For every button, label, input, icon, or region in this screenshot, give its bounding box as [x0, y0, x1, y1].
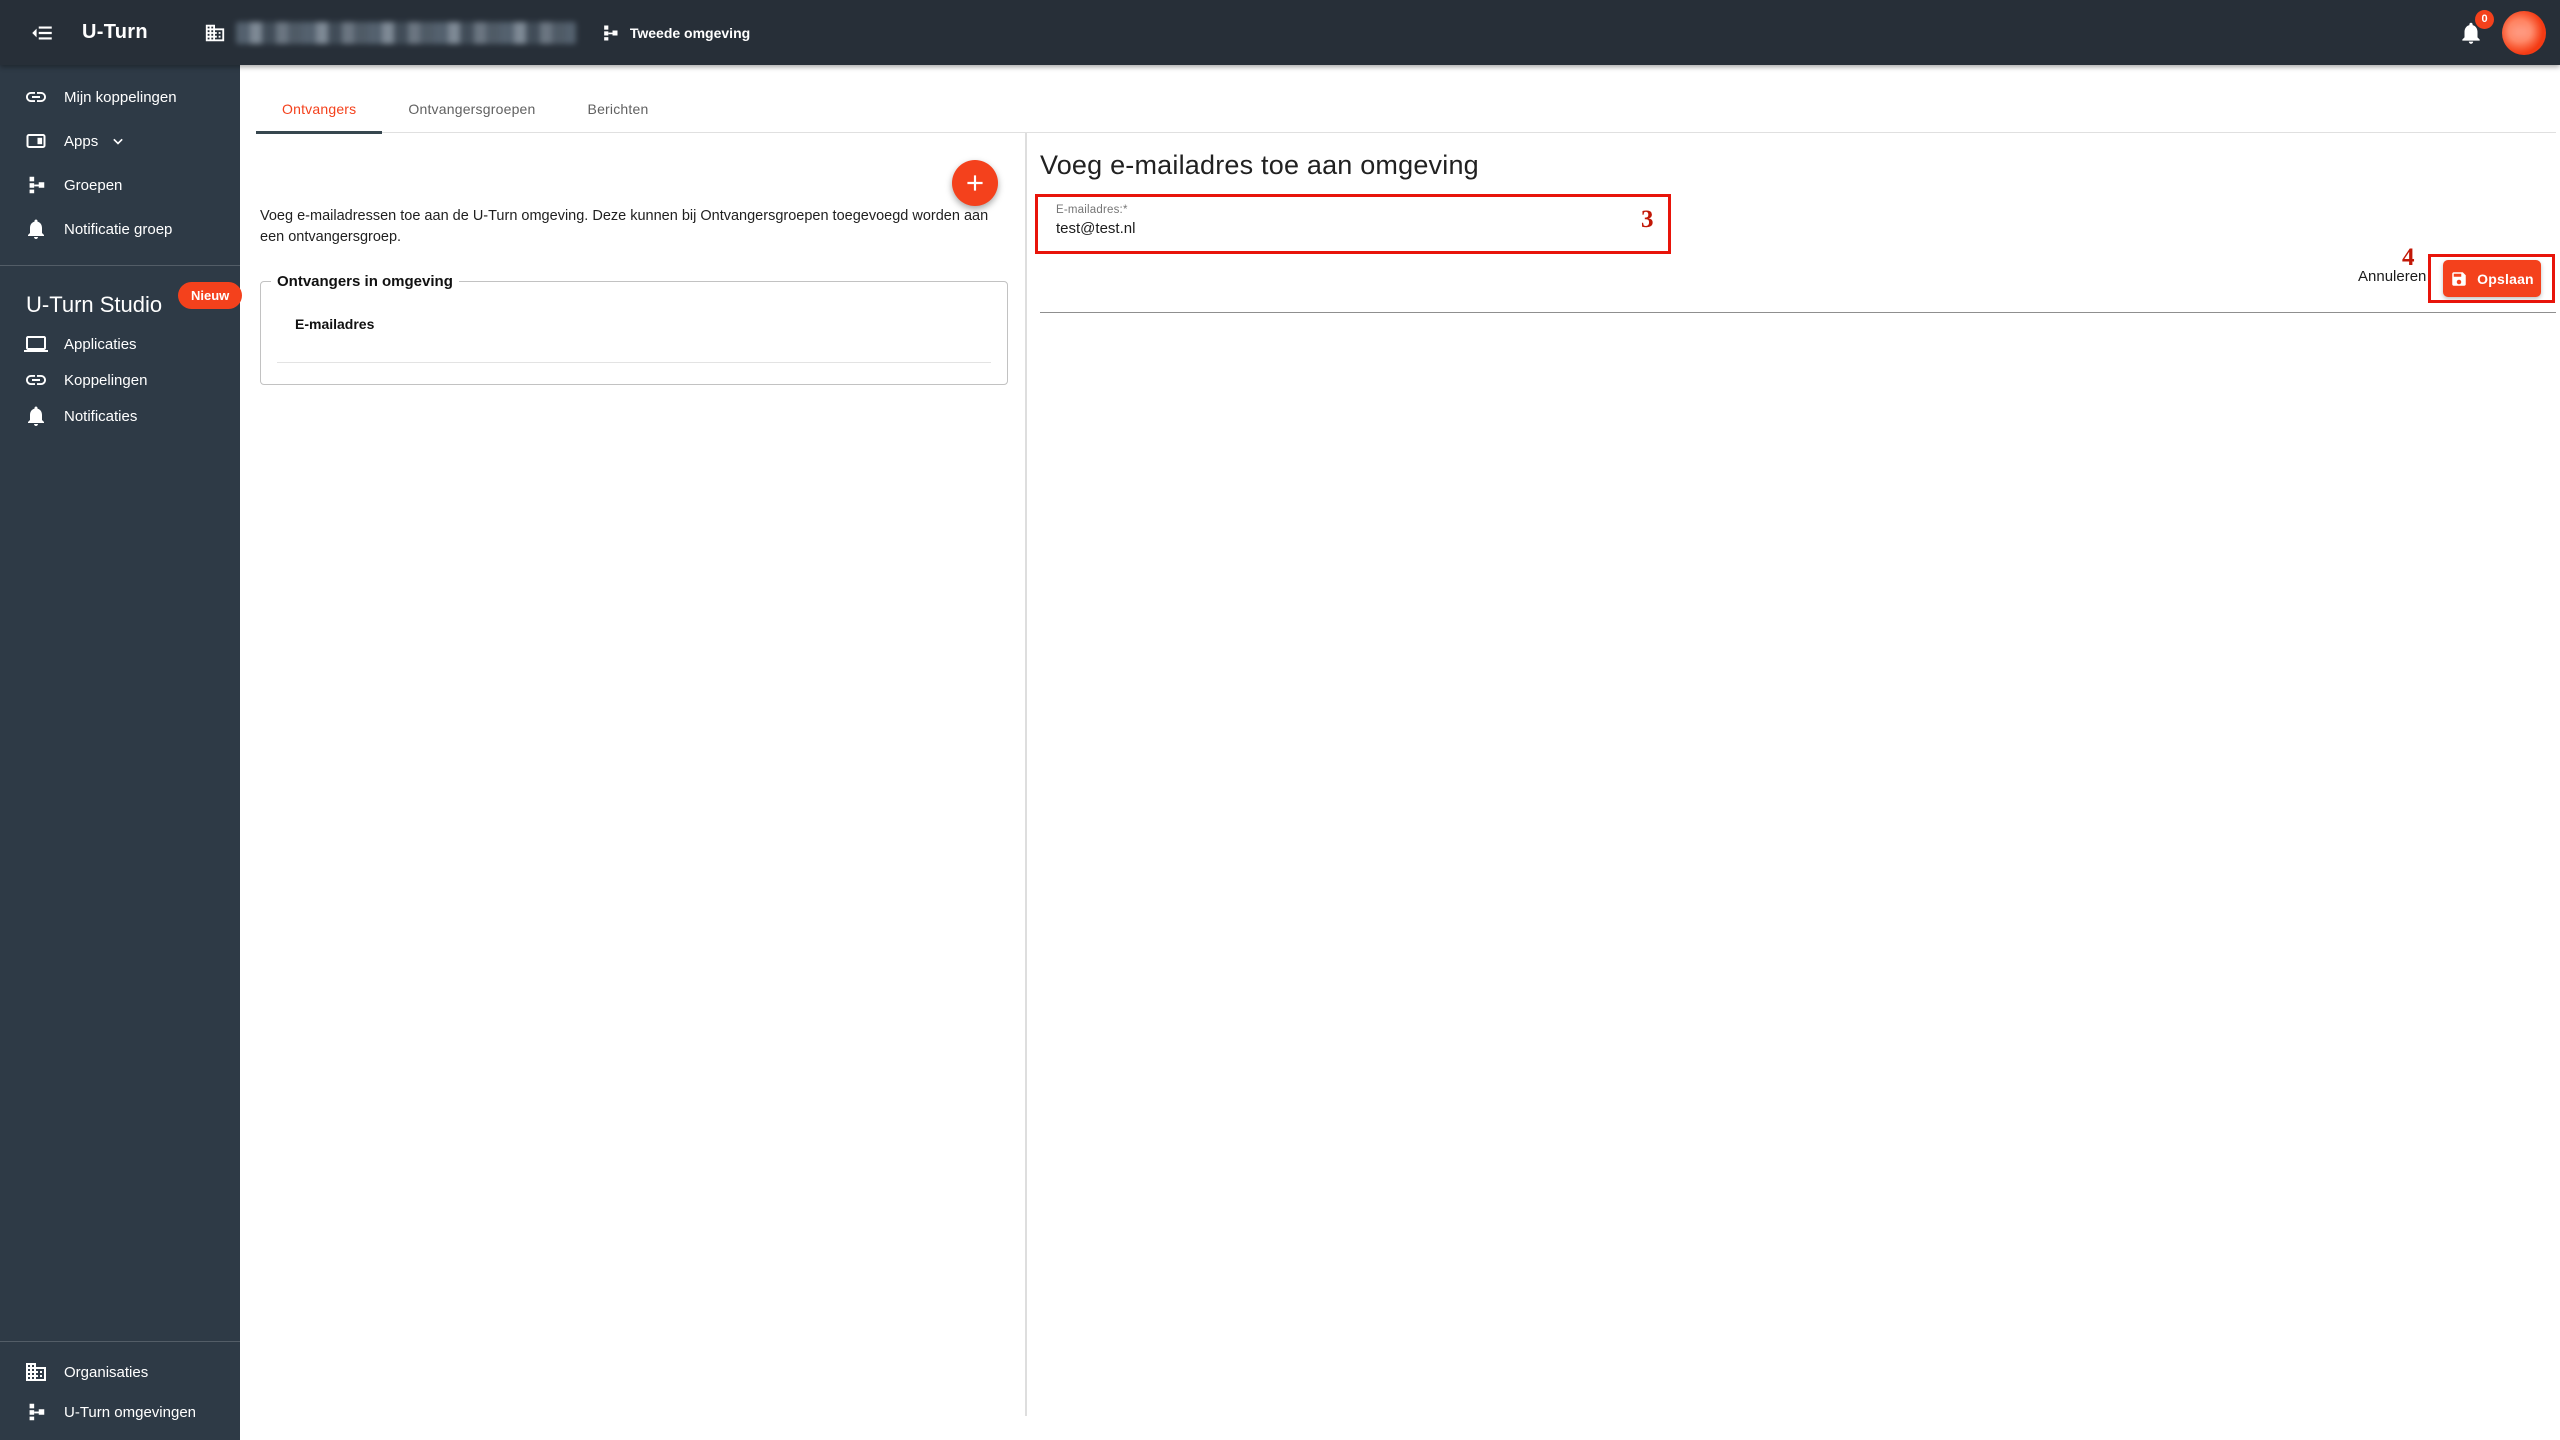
nieuw-badge: Nieuw	[178, 282, 243, 309]
sidebar-item-applicaties[interactable]: Applicaties	[0, 326, 240, 362]
tab-ontvangers[interactable]: Ontvangers	[256, 85, 383, 134]
recipients-in-environment-box: Ontvangers in omgeving E-mailadres	[260, 273, 1008, 385]
save-button-label: Opslaan	[2477, 270, 2534, 287]
bell-icon	[24, 217, 48, 241]
notifications-button[interactable]: 0	[2454, 9, 2494, 50]
app-title: U-Turn	[82, 21, 148, 43]
form-title: Voeg e-mailadres toe aan omgeving	[1040, 150, 1479, 180]
sidebar-item-label: Apps	[64, 132, 99, 150]
sidebar-item-label: Organisaties	[64, 1363, 149, 1381]
cancel-button[interactable]: Annuleren	[2358, 268, 2426, 285]
link-icon	[24, 85, 48, 109]
topbar: U-Turn Tweede omgeving 0	[0, 0, 2560, 65]
sidebar-item-label: Applicaties	[64, 335, 137, 353]
sidebar-item-groepen[interactable]: Groepen	[0, 163, 240, 207]
organisation-chip[interactable]	[204, 21, 576, 44]
sidebar-item-uturn-omgevingen[interactable]: U-Turn omgevingen	[0, 1392, 240, 1432]
sidebar-item-notificaties[interactable]: Notificaties	[0, 398, 240, 434]
sidebar-item-label: Mijn koppelingen	[64, 88, 177, 106]
sidebar-item-label: U-Turn omgevingen	[64, 1403, 197, 1421]
email-field-underline	[1040, 312, 2556, 313]
hierarchy-icon	[24, 1400, 48, 1424]
organisation-name-redacted	[235, 21, 576, 44]
link-icon	[24, 368, 48, 392]
menu-open-icon[interactable]	[24, 15, 60, 51]
sidebar-item-koppelingen[interactable]: Koppelingen	[0, 362, 240, 398]
avatar[interactable]	[2502, 10, 2546, 55]
sidebar-item-organisaties[interactable]: Organisaties	[0, 1352, 240, 1392]
tabbar: Ontvangers Ontvangersgroepen Berichten	[256, 85, 2556, 134]
save-icon	[2450, 270, 2468, 288]
email-column-header: E-mailadres	[295, 316, 375, 332]
add-recipient-button[interactable]	[952, 160, 998, 206]
sidebar-item-apps[interactable]: Apps	[0, 119, 240, 163]
laptop-icon	[24, 332, 48, 356]
panel-divider	[1025, 133, 1027, 1416]
studio-section-header: U-Turn Studio Nieuw	[0, 266, 243, 326]
hierarchy-icon	[600, 23, 620, 43]
environment-name: Tweede omgeving	[629, 24, 751, 41]
building-icon	[24, 1360, 48, 1384]
sidebar-bottom-divider	[0, 1341, 240, 1342]
sidebar-item-label: Groepen	[64, 176, 123, 194]
sidebar-item-notificatie-groep[interactable]: Notificatie groep	[0, 207, 240, 251]
save-button[interactable]: Opslaan	[2443, 260, 2541, 297]
sidebar: Mijn koppelingen Apps Groepen Notificati…	[0, 65, 243, 1440]
email-field-label: E-mailadres:*	[1056, 204, 1128, 216]
chevron-down-icon	[108, 131, 128, 151]
hierarchy-icon	[24, 173, 48, 197]
tab-ontvangersgroepen[interactable]: Ontvangersgroepen	[382, 85, 561, 133]
email-field-value[interactable]: test@test.nl	[1056, 220, 2557, 237]
building-icon	[204, 22, 226, 44]
sidebar-item-label: Notificatie groep	[64, 220, 173, 238]
sidebar-item-mijn-koppelingen[interactable]: Mijn koppelingen	[0, 75, 240, 119]
bell-icon	[24, 404, 48, 428]
studio-section-title: U-Turn Studio	[26, 292, 163, 317]
tab-berichten[interactable]: Berichten	[562, 85, 675, 133]
plus-icon	[962, 170, 988, 196]
sidebar-item-label: Notificaties	[64, 407, 138, 425]
environment-chip[interactable]: Tweede omgeving	[600, 23, 750, 43]
add-email-form: Voeg e-mailadres toe aan omgeving E-mail…	[1040, 133, 2557, 313]
notification-count-badge: 0	[2475, 9, 2494, 29]
table-header-rule	[277, 362, 991, 363]
sidebar-item-label: Koppelingen	[64, 371, 148, 389]
intro-text: Voeg e-mailadressen toe aan de U-Turn om…	[260, 208, 989, 245]
apps-icon	[24, 129, 48, 153]
recipients-box-legend: Ontvangers in omgeving	[277, 273, 453, 290]
email-field[interactable]: E-mailadres:* test@test.nl	[1040, 202, 2557, 313]
form-actions: Annuleren Opslaan	[1040, 260, 2557, 300]
